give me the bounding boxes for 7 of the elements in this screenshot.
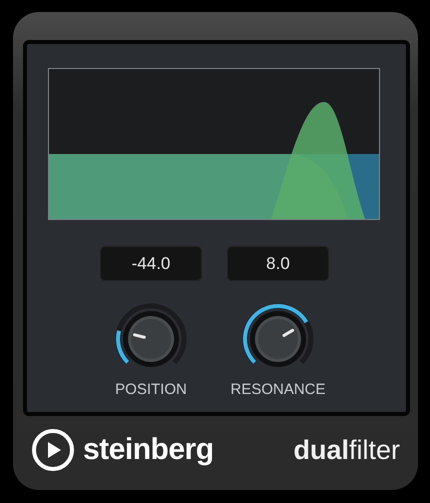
- knob-label: RESONANCE: [230, 381, 326, 398]
- value-field[interactable]: -44.0: [100, 246, 202, 281]
- value-field[interactable]: 8.0: [227, 246, 329, 281]
- knob-label: POSITION: [115, 381, 187, 398]
- brand-logo: steinberg: [83, 433, 214, 467]
- play-icon: [31, 428, 75, 472]
- product-name: dualfilter: [293, 434, 400, 466]
